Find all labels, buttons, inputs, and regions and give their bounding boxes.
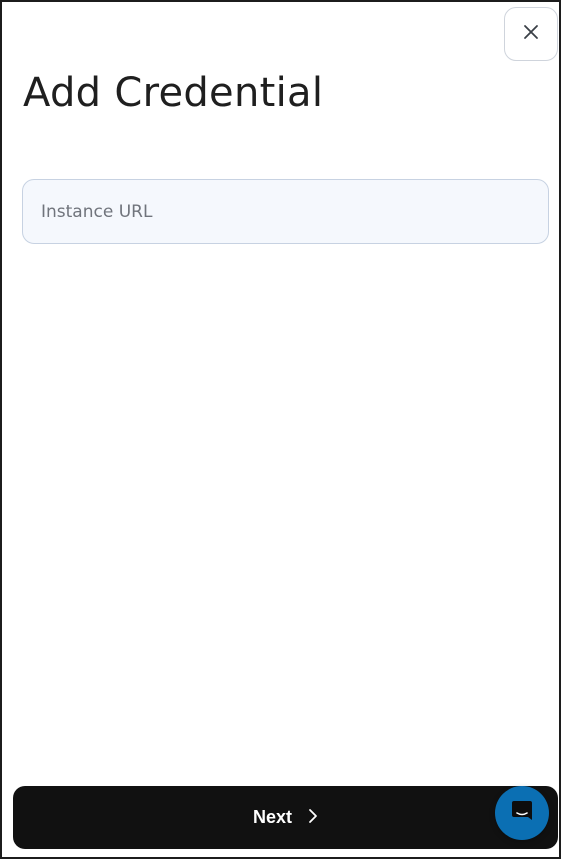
close-icon [523, 24, 539, 44]
next-button-label: Next [252, 807, 292, 827]
chat-widget-button[interactable] [495, 786, 549, 840]
chat-bubble-icon [509, 798, 535, 828]
instance-url-input[interactable] [22, 179, 549, 244]
chevron-right-icon [308, 808, 318, 827]
close-button[interactable] [504, 7, 558, 61]
add-credential-dialog: Add Credential Next [0, 0, 561, 859]
dialog-title: Add Credential [23, 70, 324, 116]
next-button[interactable]: Next [13, 786, 558, 849]
